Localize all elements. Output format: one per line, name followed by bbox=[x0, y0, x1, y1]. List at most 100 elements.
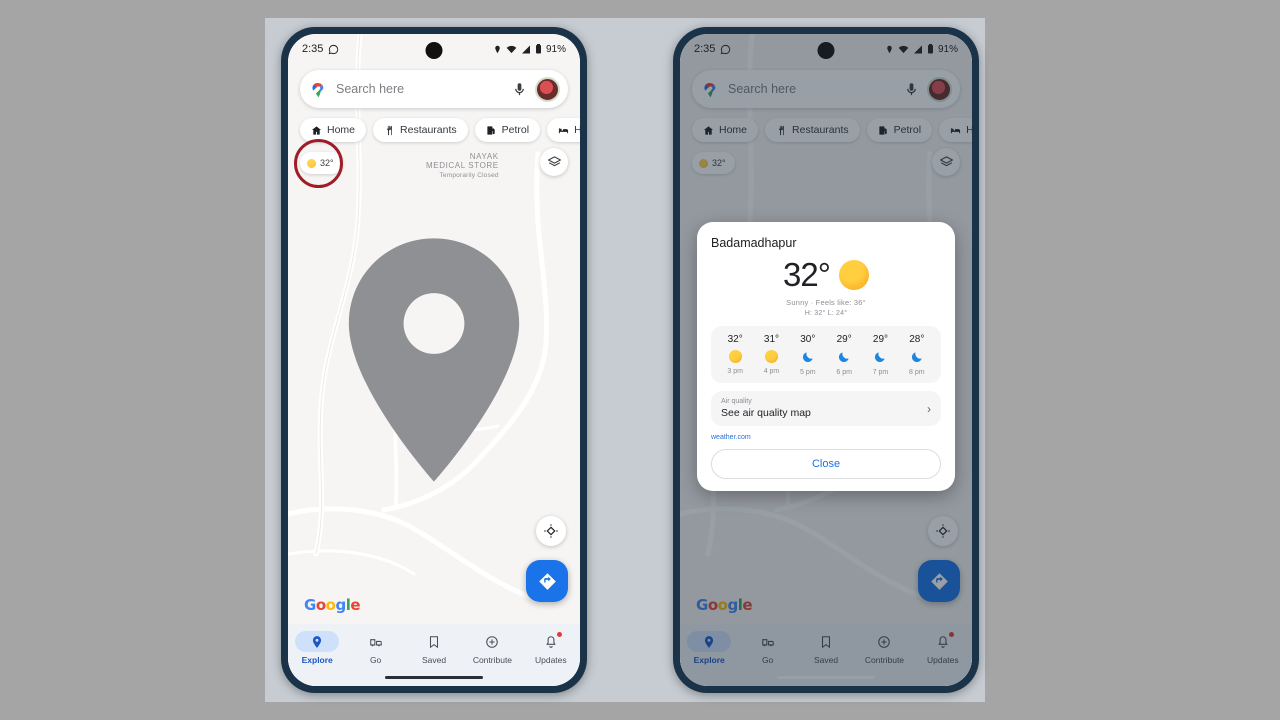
weather-chip[interactable]: 32° bbox=[300, 152, 343, 174]
hourly-time: 8 pm bbox=[909, 369, 925, 376]
battery-icon bbox=[535, 44, 541, 54]
hourly-item: 28° 8 pm bbox=[899, 334, 935, 376]
hourly-time: 5 pm bbox=[800, 369, 816, 376]
restaurant-icon bbox=[387, 125, 392, 135]
chip-home-label: Home bbox=[327, 124, 356, 136]
nav-item-explore[interactable]: Explore bbox=[288, 631, 346, 665]
hourly-temp: 30° bbox=[800, 334, 816, 345]
google-maps-pin-icon bbox=[312, 82, 324, 97]
microphone-icon[interactable] bbox=[512, 82, 527, 97]
hourly-temp: 29° bbox=[872, 334, 889, 345]
moon-icon bbox=[911, 352, 922, 363]
logo-g1: G bbox=[304, 596, 316, 614]
hotel-icon bbox=[558, 127, 569, 133]
plus-circle-icon bbox=[486, 635, 499, 648]
explore-pin-icon bbox=[313, 635, 322, 648]
my-location-button[interactable] bbox=[536, 516, 566, 546]
air-quality-row[interactable]: Air quality See air quality map › bbox=[711, 391, 941, 426]
nav-item-go[interactable]: Go bbox=[346, 631, 404, 665]
layers-icon bbox=[547, 155, 561, 166]
chip-restaurants-label: Restaurants bbox=[400, 124, 457, 136]
weather-source-link[interactable]: weather.com bbox=[711, 434, 941, 441]
hourly-temp: 28° bbox=[909, 334, 925, 345]
hourly-time: 3 pm bbox=[727, 368, 743, 375]
hourly-temp: 29° bbox=[836, 334, 852, 345]
search-input[interactable]: Search here bbox=[336, 82, 512, 96]
hourly-temp: 32° bbox=[727, 334, 743, 345]
wifi-icon bbox=[506, 45, 517, 53]
nav-updates-label: Updates bbox=[534, 655, 567, 665]
hourly-item: 30° 5 pm bbox=[790, 334, 826, 376]
sun-icon bbox=[728, 350, 742, 363]
fuel-icon bbox=[487, 125, 495, 135]
hourly-item: 32° 3 pm bbox=[717, 334, 753, 376]
my-location-icon bbox=[544, 524, 558, 538]
location-icon bbox=[495, 45, 500, 53]
sun-icon bbox=[307, 158, 316, 168]
camera-punch-hole bbox=[425, 42, 443, 59]
hourly-time: 4 pm bbox=[763, 368, 780, 375]
weather-current: 32° bbox=[711, 256, 941, 294]
weather-card: Badamadhapur 32° Sunny · Feels like: 36°… bbox=[697, 222, 955, 491]
hourly-time: 7 pm bbox=[872, 369, 889, 376]
air-quality-action: See air quality map bbox=[721, 407, 811, 419]
moon-icon bbox=[839, 352, 849, 363]
nav-explore-label: Explore bbox=[301, 655, 333, 665]
bell-icon bbox=[546, 635, 556, 648]
search-bar[interactable]: Search here bbox=[300, 70, 568, 108]
logo-o1: o bbox=[315, 596, 326, 614]
nav-item-updates[interactable]: Updates bbox=[522, 631, 580, 665]
directions-icon bbox=[538, 572, 556, 590]
chevron-right-icon: › bbox=[927, 401, 931, 416]
bottom-navigation: Explore Go Saved Contribute Updates bbox=[288, 624, 580, 686]
hourly-temp: 31° bbox=[763, 334, 780, 345]
logo-o2: o bbox=[325, 596, 336, 614]
avatar[interactable] bbox=[535, 76, 560, 102]
updates-badge-dot bbox=[557, 632, 563, 637]
hourly-time: 6 pm bbox=[836, 369, 852, 376]
nav-go-label: Go bbox=[369, 655, 382, 665]
nav-contribute-label: Contribute bbox=[472, 655, 513, 665]
battery-percent: 91% bbox=[545, 43, 566, 55]
nav-item-contribute[interactable]: Contribute bbox=[463, 631, 521, 665]
map-layers-button[interactable] bbox=[540, 148, 568, 176]
air-quality-label: Air quality bbox=[721, 398, 752, 405]
screenshot-stage: NAYAK MEDICAL STORE Temporarily Closed G… bbox=[0, 0, 1280, 720]
moon-icon bbox=[875, 352, 886, 363]
nav-saved-label: Saved bbox=[421, 655, 447, 665]
weather-high-low: H: 32° L: 24° bbox=[804, 310, 848, 317]
whatsapp-icon bbox=[329, 44, 339, 54]
phone-right-screen: Google 2:35 91% Search here Home Restaur… bbox=[680, 34, 972, 686]
logo-g2: g bbox=[335, 596, 346, 614]
home-icon bbox=[311, 125, 322, 135]
google-logo: Google bbox=[304, 596, 361, 614]
go-commute-icon bbox=[369, 638, 382, 646]
hourly-item: 29° 6 pm bbox=[826, 334, 862, 376]
status-time: 2:35 bbox=[302, 43, 324, 55]
chip-home[interactable]: Home bbox=[300, 118, 367, 142]
signal-icon bbox=[521, 45, 530, 53]
weather-condition-line: Sunny · Feels like: 36° bbox=[786, 298, 866, 307]
chip-petrol-label: Petrol bbox=[501, 124, 530, 136]
moon-icon bbox=[802, 352, 813, 363]
chip-petrol[interactable]: Petrol bbox=[474, 118, 541, 142]
gesture-bar[interactable] bbox=[385, 675, 483, 679]
weather-temperature: 32° bbox=[783, 256, 831, 293]
hourly-item: 31° 4 pm bbox=[753, 334, 789, 376]
nav-item-saved[interactable]: Saved bbox=[405, 631, 463, 665]
chip-restaurants[interactable]: Restaurants bbox=[373, 118, 468, 142]
directions-fab[interactable] bbox=[526, 560, 568, 602]
phone-left: NAYAK MEDICAL STORE Temporarily Closed G… bbox=[281, 27, 587, 693]
category-chips: Home Restaurants Petrol Hotels bbox=[300, 118, 580, 142]
chip-hotels[interactable]: Hotels bbox=[547, 118, 580, 142]
bookmark-icon bbox=[429, 635, 439, 648]
phone-left-screen: NAYAK MEDICAL STORE Temporarily Closed G… bbox=[288, 34, 580, 686]
sun-icon bbox=[764, 350, 778, 363]
close-button[interactable]: Close bbox=[711, 449, 941, 479]
logo-e: e bbox=[350, 596, 361, 614]
phone-right: Google 2:35 91% Search here Home Restaur… bbox=[673, 27, 979, 693]
hourly-item: 29° 7 pm bbox=[862, 334, 898, 376]
weather-place-name: Badamadhapur bbox=[711, 236, 797, 250]
sun-icon-large bbox=[838, 260, 869, 290]
weather-chip-temp: 32° bbox=[320, 158, 334, 168]
